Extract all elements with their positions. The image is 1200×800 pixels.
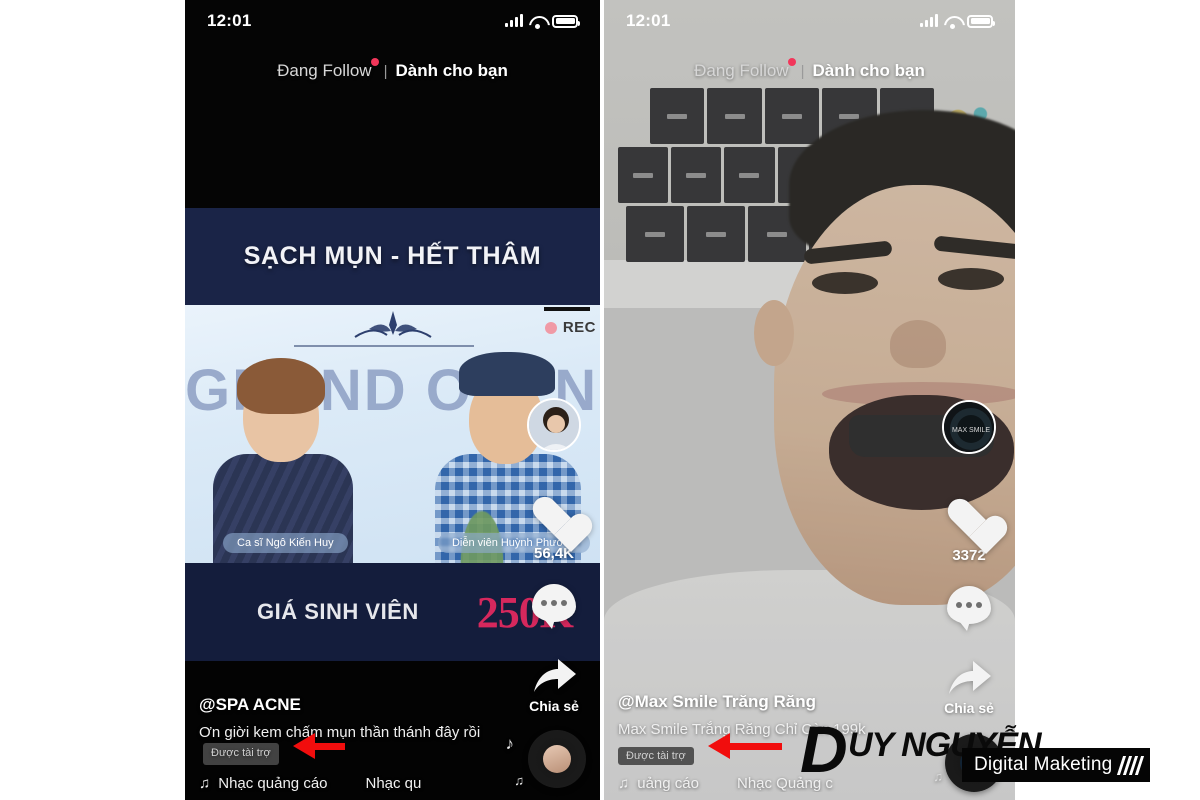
tab-following-label: Đang Follow xyxy=(694,61,789,80)
caption-block-left: @SPA ACNE Ơn giời kem chấm mụn thần thán… xyxy=(185,695,600,800)
music-title-right: uảng cáo xyxy=(637,775,699,792)
status-time: 12:01 xyxy=(207,11,252,30)
action-rail-right: MAX SMILE 3372 Chia sẻ xyxy=(923,400,1015,716)
battery-icon xyxy=(552,14,580,28)
svg-text:MAX SMILE: MAX SMILE xyxy=(952,427,990,434)
status-time: 12:01 xyxy=(626,11,671,30)
tab-for-you[interactable]: Dành cho bạn xyxy=(396,61,508,81)
rec-dot-icon xyxy=(544,321,557,334)
description-left: Ơn giời kem chấm mụn thần thánh đây rồiĐ… xyxy=(199,722,499,765)
comment-button-left[interactable] xyxy=(508,584,600,629)
avatar-image: MAX SMILE xyxy=(944,402,994,452)
annotation-arrow-right xyxy=(708,733,782,759)
tab-for-you[interactable]: Dành cho bạn xyxy=(813,61,925,81)
tab-following[interactable]: Đang Follow xyxy=(277,58,379,81)
music-title-left: Nhạc quảng cáo xyxy=(218,775,328,792)
comment-button-right[interactable] xyxy=(923,586,1015,631)
signal-bars-icon xyxy=(505,14,523,27)
like-button-left[interactable]: 56,4K xyxy=(508,498,600,562)
username-right[interactable]: @Max Smile Trăng Răng xyxy=(618,692,1001,712)
username-left[interactable]: @SPA ACNE xyxy=(199,695,586,715)
watermark-tagline-bar: Digital Maketing xyxy=(962,748,1151,782)
comment-icon xyxy=(532,584,576,629)
slashes-icon xyxy=(1117,755,1145,775)
music-row-right[interactable]: ♫ uảng cáo Nhạc Quảng c xyxy=(618,775,918,792)
heart-icon xyxy=(531,498,577,540)
watermark-logo-d: D xyxy=(800,712,848,786)
caption-pill-left: Ca sĩ Ngô Kiến Huy xyxy=(223,533,348,553)
author-avatar-button[interactable] xyxy=(508,398,600,452)
sponsored-badge-left: Được tài trợ xyxy=(203,743,279,765)
sponsored-badge-right: Được tài trợ xyxy=(618,746,694,765)
promo-banner-top: SẠCH MỤN - HẾT THÂM xyxy=(185,208,600,305)
share-icon xyxy=(534,659,576,692)
annotation-arrow-left xyxy=(293,733,345,759)
music-title-repeat-left: Nhạc qu xyxy=(365,775,422,792)
avatar-image xyxy=(529,400,579,450)
signal-bars-icon xyxy=(920,14,938,27)
ornament-divider xyxy=(294,345,475,347)
top-tabs: Đang Follow | Dành cho bạn xyxy=(185,56,600,86)
page-right-margin xyxy=(1015,0,1200,748)
watermark-tagline: Digital Maketing xyxy=(974,754,1113,775)
wifi-icon xyxy=(529,15,546,29)
avatar[interactable] xyxy=(527,398,581,452)
tab-separator: | xyxy=(383,62,388,80)
screenshot-canvas: SẠCH MỤN - HẾT THÂM GRAND OPENING REC xyxy=(0,0,1200,800)
share-icon xyxy=(949,661,991,694)
tab-separator: | xyxy=(800,62,805,80)
live-dot-icon xyxy=(787,58,796,66)
music-note-icon: ♫ xyxy=(618,775,630,792)
status-bar: 12:01 xyxy=(185,0,600,42)
phone-screenshot-left: SẠCH MỤN - HẾT THÂM GRAND OPENING REC xyxy=(185,0,600,800)
rec-label: REC xyxy=(562,319,596,336)
heart-icon xyxy=(946,500,992,542)
phone-screenshot-right: 12:01 Đang Follow | Dành cho bạn MAX SMI… xyxy=(604,0,1015,800)
live-dot-icon xyxy=(370,58,379,66)
promo-price-label: GIÁ SINH VIÊN xyxy=(257,599,419,624)
author-avatar-button[interactable]: MAX SMILE xyxy=(923,400,1015,454)
status-bar: 12:01 xyxy=(604,0,1015,42)
promo-banner-top-text: SẠCH MỤN - HẾT THÂM xyxy=(243,242,542,270)
battery-icon xyxy=(967,14,995,28)
ornament-icon xyxy=(353,311,432,338)
action-rail-left: 56,4K Chia sẻ xyxy=(508,398,600,714)
music-note-icon: ♫ xyxy=(199,775,211,792)
like-button-right[interactable]: 3372 xyxy=(923,500,1015,564)
rec-indicator: REC xyxy=(544,319,596,336)
tab-following[interactable]: Đang Follow xyxy=(694,58,796,81)
comment-icon xyxy=(947,586,991,631)
tab-following-label: Đang Follow xyxy=(277,61,372,80)
top-tabs: Đang Follow | Dành cho bạn xyxy=(604,56,1015,86)
recording-bar xyxy=(544,307,590,311)
wifi-icon xyxy=(944,15,961,29)
music-row-left[interactable]: ♫ Nhạc quảng cáo Nhạc qu xyxy=(199,775,499,792)
avatar[interactable]: MAX SMILE xyxy=(942,400,996,454)
